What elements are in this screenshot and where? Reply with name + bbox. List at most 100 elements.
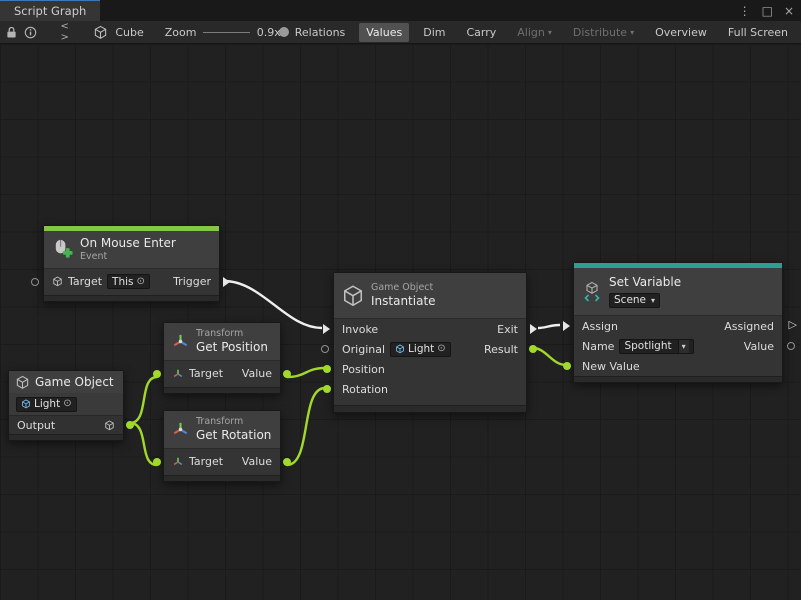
distribute-button[interactable]: Distribute ▾ xyxy=(566,23,641,42)
overview-button[interactable]: Overview xyxy=(648,23,714,42)
node-row: Invoke Exit xyxy=(334,319,526,339)
value-label: Value xyxy=(242,367,272,380)
node-instantiate[interactable]: Game Object Instantiate Invoke Exit Orig… xyxy=(333,272,527,413)
info-icon[interactable] xyxy=(24,24,37,40)
zoom-slider[interactable] xyxy=(203,25,249,39)
node-footer xyxy=(164,387,280,393)
node-header: Transform Get Rotation xyxy=(164,411,280,449)
window-maximize-icon[interactable]: □ xyxy=(762,5,773,17)
game-object-icon xyxy=(104,420,115,431)
node-header: Set Variable Scene ▾ xyxy=(574,268,782,316)
node-title: Game Object xyxy=(35,375,114,389)
graph-toolbar: < > Cube Zoom 0.9x Relations Values Dim … xyxy=(0,21,801,44)
port-original-input[interactable] xyxy=(321,345,329,353)
port-target-input[interactable] xyxy=(153,370,161,378)
light-object-chip[interactable]: Light ⊙ xyxy=(16,397,77,412)
relations-button[interactable]: Relations xyxy=(288,23,353,42)
node-row: New Value xyxy=(574,356,782,376)
original-object-chip[interactable]: Light ⊙ xyxy=(390,342,451,357)
node-row: Name Spotlight ▾ Value xyxy=(574,336,782,356)
value-label: Value xyxy=(744,340,774,353)
game-object-icon xyxy=(21,399,31,409)
node-row: Light ⊙ xyxy=(9,393,123,415)
dim-button[interactable]: Dim xyxy=(416,23,452,42)
tab-title: Script Graph xyxy=(14,4,86,18)
port-value-output[interactable] xyxy=(283,458,291,466)
dropdown-arrow-icon: ▾ xyxy=(548,28,552,37)
node-light-object[interactable]: Game Object Light ⊙ Output xyxy=(8,370,124,441)
port-position-input[interactable] xyxy=(323,365,331,373)
dropdown-arrow-icon: ▾ xyxy=(651,296,655,306)
full-screen-button[interactable]: Full Screen xyxy=(721,23,795,42)
object-picker-icon[interactable]: ⊙ xyxy=(137,277,145,287)
invoke-label: Invoke xyxy=(342,323,378,336)
transform-icon xyxy=(172,368,184,380)
graph-name: Cube xyxy=(115,26,143,39)
node-get-rotation[interactable]: Transform Get Rotation Target Value xyxy=(163,410,281,482)
node-set-variable[interactable]: Set Variable Scene ▾ Assign Assigned ▷ N… xyxy=(573,262,783,383)
window-controls: ⋮ □ × xyxy=(739,0,794,21)
window-close-icon[interactable]: × xyxy=(784,5,794,17)
script-graph-window: Script Graph ⋮ □ × < > Cube Zoom 0.9x Re… xyxy=(0,0,801,600)
node-title: On Mouse Enter xyxy=(80,236,176,251)
port-value-output[interactable] xyxy=(787,342,795,350)
port-new-value-input[interactable] xyxy=(563,362,571,370)
align-button[interactable]: Align ▾ xyxy=(510,23,559,42)
node-header: Game Object Instantiate xyxy=(334,273,526,319)
port-exit-output[interactable] xyxy=(530,324,537,334)
port-value-output[interactable] xyxy=(283,370,291,378)
node-row: Target This ⊙ Trigger xyxy=(44,269,219,295)
port-trigger-output[interactable] xyxy=(223,277,230,287)
result-label: Result xyxy=(484,343,518,356)
assigned-label: Assigned xyxy=(724,320,774,333)
node-row: Target Value xyxy=(164,449,280,475)
variable-name-dropdown[interactable]: Spotlight ▾ xyxy=(619,339,693,354)
original-object-name: Light xyxy=(408,343,434,355)
name-label: Name xyxy=(582,340,614,353)
port-target-input[interactable] xyxy=(153,458,161,466)
port-result-output[interactable] xyxy=(529,345,537,353)
assign-label: Assign xyxy=(582,320,618,333)
original-label: Original xyxy=(342,343,385,356)
carry-button[interactable]: Carry xyxy=(459,23,503,42)
node-on-mouse-enter[interactable]: On Mouse Enter Event Target This ⊙ xyxy=(43,225,220,302)
port-assigned-output[interactable]: ▷ xyxy=(789,319,797,330)
game-object-icon xyxy=(52,276,63,287)
zoom-slider-track[interactable] xyxy=(203,32,249,33)
cube-icon xyxy=(93,24,108,40)
set-variable-icon xyxy=(581,281,603,303)
game-object-icon xyxy=(15,375,30,390)
port-assign-input[interactable] xyxy=(563,321,570,331)
object-picker-icon[interactable]: ⊙ xyxy=(63,399,71,409)
values-button[interactable]: Values xyxy=(359,23,409,42)
code-icon[interactable]: < > xyxy=(60,24,69,40)
port-target-input[interactable] xyxy=(31,278,39,286)
node-category: Transform xyxy=(196,416,271,428)
target-object-chip[interactable]: This ⊙ xyxy=(107,274,150,289)
graph-canvas[interactable]: On Mouse Enter Event Target This ⊙ xyxy=(0,44,801,600)
port-rotation-input[interactable] xyxy=(323,385,331,393)
transform-icon xyxy=(171,420,190,439)
tab-script-graph[interactable]: Script Graph xyxy=(0,0,100,21)
dropdown-arrow-icon[interactable]: ▾ xyxy=(678,340,689,353)
node-header: On Mouse Enter Event xyxy=(44,231,219,269)
window-menu-icon[interactable]: ⋮ xyxy=(739,5,751,17)
lock-icon[interactable] xyxy=(6,24,17,40)
transform-icon xyxy=(172,456,184,468)
node-row: Original Light ⊙ Result xyxy=(334,339,526,359)
node-row: Position xyxy=(334,359,526,379)
object-picker-icon[interactable]: ⊙ xyxy=(437,344,445,354)
variable-scope-dropdown[interactable]: Scene ▾ xyxy=(609,293,660,308)
position-label: Position xyxy=(342,363,385,376)
target-label: Target xyxy=(68,275,102,288)
dropdown-arrow-icon: ▾ xyxy=(630,28,634,37)
trigger-label: Trigger xyxy=(173,275,211,288)
node-get-position[interactable]: Transform Get Position Target Value xyxy=(163,322,281,394)
port-output[interactable] xyxy=(126,421,134,429)
transform-icon xyxy=(171,332,190,351)
node-category: Transform xyxy=(196,328,268,340)
node-row: Output xyxy=(9,415,123,434)
port-invoke-input[interactable] xyxy=(323,324,330,334)
node-title: Set Variable xyxy=(609,275,681,290)
target-object-name: This xyxy=(112,276,133,288)
